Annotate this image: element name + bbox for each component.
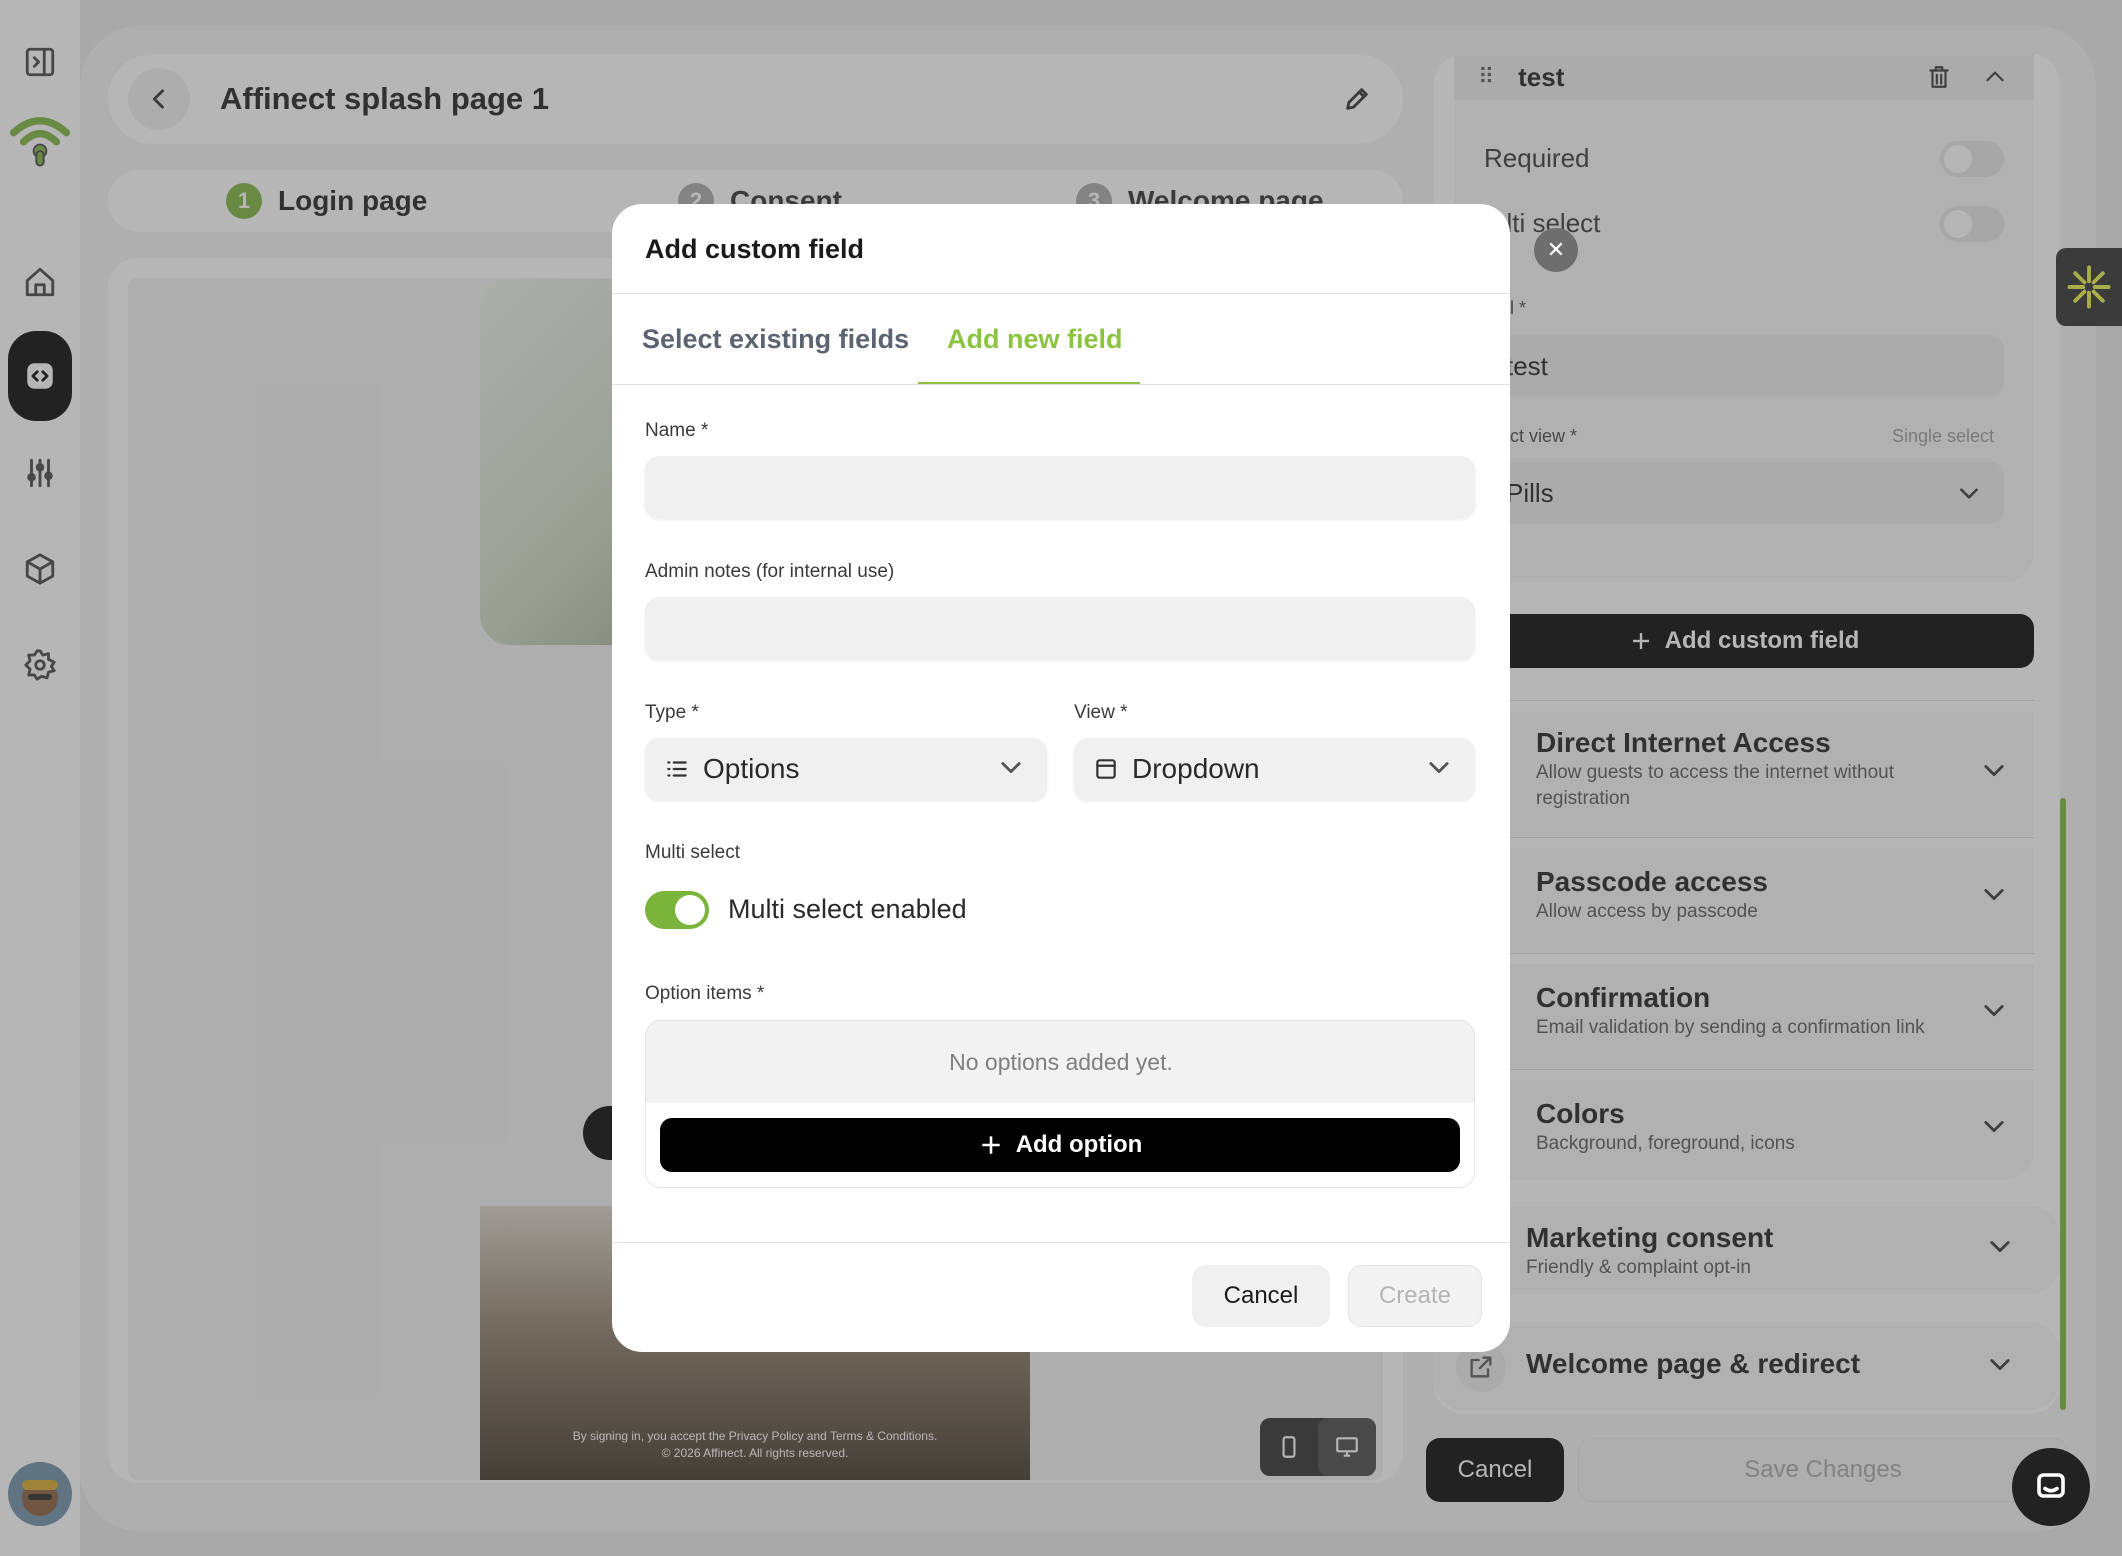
option-items-label: Option items *	[645, 983, 765, 1004]
admin-notes-input[interactable]	[645, 597, 1475, 659]
add-option-button[interactable]: Add option	[660, 1118, 1460, 1172]
list-icon	[663, 755, 691, 783]
chat-icon	[2037, 1473, 2065, 1498]
view-value: Dropdown	[1132, 753, 1260, 784]
tab-add-new-field[interactable]: Add new field	[947, 324, 1123, 355]
cancel-button[interactable]: Cancel	[1192, 1265, 1330, 1327]
chevron-down-icon	[1425, 753, 1453, 786]
close-icon[interactable]: ✕	[1534, 228, 1578, 272]
option-items-list: No options added yet. Add option	[645, 1020, 1475, 1188]
add-custom-field-modal: Add custom field Select existing fields …	[612, 204, 1510, 1352]
multi-select-toggle-label: Multi select enabled	[728, 894, 967, 924]
divider	[612, 293, 1510, 294]
type-value: Options	[703, 753, 800, 784]
view-select[interactable]: Dropdown	[1074, 738, 1475, 800]
add-option-label: Add option	[1015, 1131, 1143, 1158]
chat-button[interactable]	[2012, 1448, 2090, 1526]
multi-select-toggle[interactable]	[645, 891, 709, 929]
create-button[interactable]: Create	[1348, 1265, 1482, 1327]
multi-select-label: Multi select	[645, 842, 741, 863]
name-input[interactable]	[645, 456, 1475, 518]
divider	[612, 1242, 1510, 1243]
divider	[612, 384, 1510, 385]
modal-title: Add custom field	[645, 234, 865, 264]
type-select[interactable]: Options	[645, 738, 1047, 800]
name-label: Name *	[645, 420, 709, 441]
admin-notes-label: Admin notes (for internal use)	[645, 561, 895, 582]
plus-icon	[982, 1136, 1000, 1154]
view-label: View *	[1074, 702, 1128, 723]
tab-select-existing-fields[interactable]: Select existing fields	[642, 324, 909, 355]
chevron-down-icon	[997, 753, 1025, 786]
window-icon	[1092, 755, 1120, 783]
options-empty-state: No options added yet.	[646, 1021, 1474, 1103]
type-label: Type *	[645, 702, 699, 723]
